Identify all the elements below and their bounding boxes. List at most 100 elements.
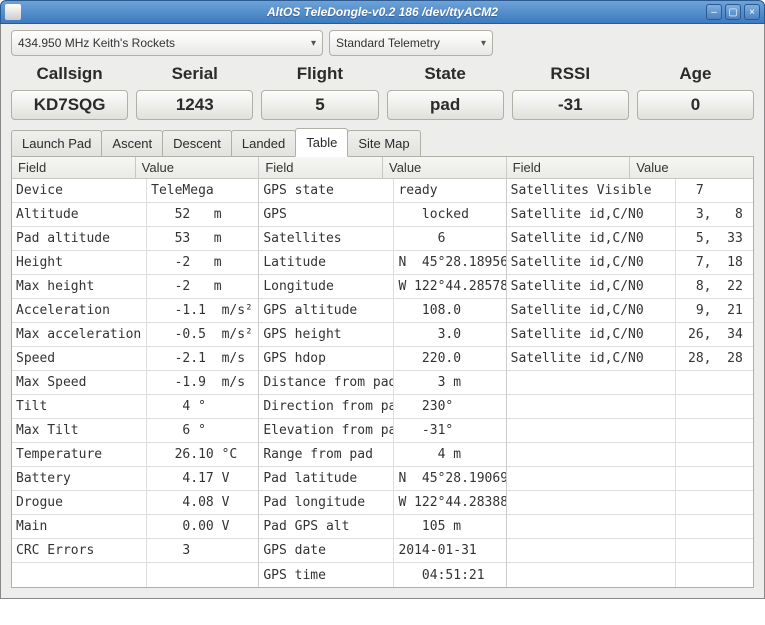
table-row[interactable] (507, 443, 753, 467)
table-row[interactable] (507, 419, 753, 443)
table-row[interactable]: Max acceleration -0.5 m/s² (12, 323, 258, 347)
table-row[interactable] (507, 371, 753, 395)
table-row[interactable] (507, 563, 753, 587)
table-row[interactable]: Pad longitudeW 122°44.28388' (259, 491, 505, 515)
header-value[interactable]: Value (630, 157, 753, 178)
table-row[interactable]: GPS hdop 220.0 (259, 347, 505, 371)
cell-value (676, 395, 753, 418)
cell-field (507, 491, 677, 514)
table-row[interactable]: Tilt 4 ° (12, 395, 258, 419)
table-row[interactable]: GPS height 3.0 (259, 323, 505, 347)
table-row[interactable]: Direction from pad 230° (259, 395, 505, 419)
cell-field: Latitude (259, 251, 394, 274)
tab-table[interactable]: Table (295, 128, 348, 157)
header-value[interactable]: Value (383, 157, 506, 178)
table-row[interactable] (507, 395, 753, 419)
table-row[interactable]: CRC Errors 3 (12, 539, 258, 563)
table-row[interactable]: Satellites Visible 7 (507, 179, 753, 203)
table-row[interactable]: GPS altitude 108.0 (259, 299, 505, 323)
window-title: AltOS TeleDongle-v0.2 186 /dev/ttyACM2 (267, 5, 498, 19)
table-row[interactable]: Pad latitudeN 45°28.19069' (259, 467, 505, 491)
table-row[interactable]: Satellite id,C/N0 8, 22 (507, 275, 753, 299)
cell-value: 220.0 (394, 347, 505, 370)
cell-field: Speed (12, 347, 147, 370)
cell-value: 53 m (147, 227, 258, 250)
tab-descent[interactable]: Descent (162, 130, 232, 156)
frequency-select[interactable]: 434.950 MHz Keith's Rockets ▾ (11, 30, 323, 56)
summary-val-callsign: KD7SQG (11, 90, 128, 120)
table-row[interactable]: Temperature 26.10 °C (12, 443, 258, 467)
header-field[interactable]: Field (507, 157, 631, 178)
cell-field (507, 539, 677, 562)
table-row[interactable] (507, 467, 753, 491)
table-row[interactable]: GPS date2014-01-31 (259, 539, 505, 563)
table-row[interactable]: Speed -2.1 m/s (12, 347, 258, 371)
cell-value: -2 m (147, 251, 258, 274)
table-row[interactable]: Height -2 m (12, 251, 258, 275)
column-header: Field Value (259, 157, 505, 179)
table-row[interactable]: Pad GPS alt 105 m (259, 515, 505, 539)
table-row[interactable]: LongitudeW 122°44.28578' (259, 275, 505, 299)
table-row[interactable]: Acceleration -1.1 m/s² (12, 299, 258, 323)
table-row[interactable]: Max Speed -1.9 m/s (12, 371, 258, 395)
tab-launch-pad[interactable]: Launch Pad (11, 130, 102, 156)
table-row[interactable]: Satellite id,C/N0 3, 8 (507, 203, 753, 227)
maximize-button[interactable]: ▢ (725, 4, 741, 20)
table-row[interactable]: Satellite id,C/N0 7, 18 (507, 251, 753, 275)
cell-value: 6 (394, 227, 505, 250)
cell-field: CRC Errors (12, 539, 147, 562)
minimize-button[interactable]: – (706, 4, 722, 20)
table-row[interactable]: Altitude 52 m (12, 203, 258, 227)
header-field[interactable]: Field (12, 157, 136, 178)
cell-value (676, 443, 753, 466)
header-value[interactable]: Value (136, 157, 259, 178)
table-row[interactable]: Satellite id,C/N0 26, 34 (507, 323, 753, 347)
table-row[interactable]: Satellite id,C/N0 28, 28 (507, 347, 753, 371)
table-row[interactable] (12, 563, 258, 587)
cell-value: locked (394, 203, 505, 226)
header-field[interactable]: Field (259, 157, 383, 178)
table-row[interactable]: Max Tilt 6 ° (12, 419, 258, 443)
tab-landed[interactable]: Landed (231, 130, 296, 156)
cell-value: 5, 33 (676, 227, 753, 250)
chevron-down-icon: ▾ (311, 38, 316, 49)
table-row[interactable]: Elevation from pad -31° (259, 419, 505, 443)
table-row[interactable]: GPS stateready (259, 179, 505, 203)
table-row[interactable] (507, 515, 753, 539)
cell-field: GPS height (259, 323, 394, 346)
cell-field: GPS hdop (259, 347, 394, 370)
table-row[interactable]: Satellite id,C/N0 5, 33 (507, 227, 753, 251)
table-row[interactable]: LatitudeN 45°28.18956' (259, 251, 505, 275)
cell-value: 52 m (147, 203, 258, 226)
table-pane: Field Value DeviceTeleMegaAltitude 52 mP… (11, 157, 754, 588)
cell-value: -31° (394, 419, 505, 442)
table-row[interactable]: Drogue 4.08 V (12, 491, 258, 515)
summary-val-flight: 5 (261, 90, 378, 120)
tab-site-map[interactable]: Site Map (347, 130, 420, 156)
cell-field: Longitude (259, 275, 394, 298)
table-row[interactable]: Distance from pad 3 m (259, 371, 505, 395)
table-row[interactable]: Main 0.00 V (12, 515, 258, 539)
cell-value: 7, 18 (676, 251, 753, 274)
table-row[interactable]: Range from pad 4 m (259, 443, 505, 467)
cell-value: -2.1 m/s (147, 347, 258, 370)
summary-head-rssi: RSSI (512, 64, 629, 84)
cell-value (676, 371, 753, 394)
table-row[interactable]: Pad altitude 53 m (12, 227, 258, 251)
telemetry-select[interactable]: Standard Telemetry ▾ (329, 30, 493, 56)
table-row[interactable]: Satellites 6 (259, 227, 505, 251)
table-row[interactable] (507, 539, 753, 563)
table-row[interactable]: Max height -2 m (12, 275, 258, 299)
table-row[interactable]: DeviceTeleMega (12, 179, 258, 203)
table-row[interactable]: GPS locked (259, 203, 505, 227)
table-row[interactable]: Battery 4.17 V (12, 467, 258, 491)
tab-ascent[interactable]: Ascent (101, 130, 163, 156)
cell-value: -0.5 m/s² (147, 323, 258, 346)
cell-field: Height (12, 251, 147, 274)
table-row[interactable] (507, 491, 753, 515)
close-button[interactable]: × (744, 4, 760, 20)
table-row[interactable]: GPS time 04:51:21 (259, 563, 505, 587)
cell-field: Acceleration (12, 299, 147, 322)
table-row[interactable]: Satellite id,C/N0 9, 21 (507, 299, 753, 323)
cell-field (507, 467, 677, 490)
